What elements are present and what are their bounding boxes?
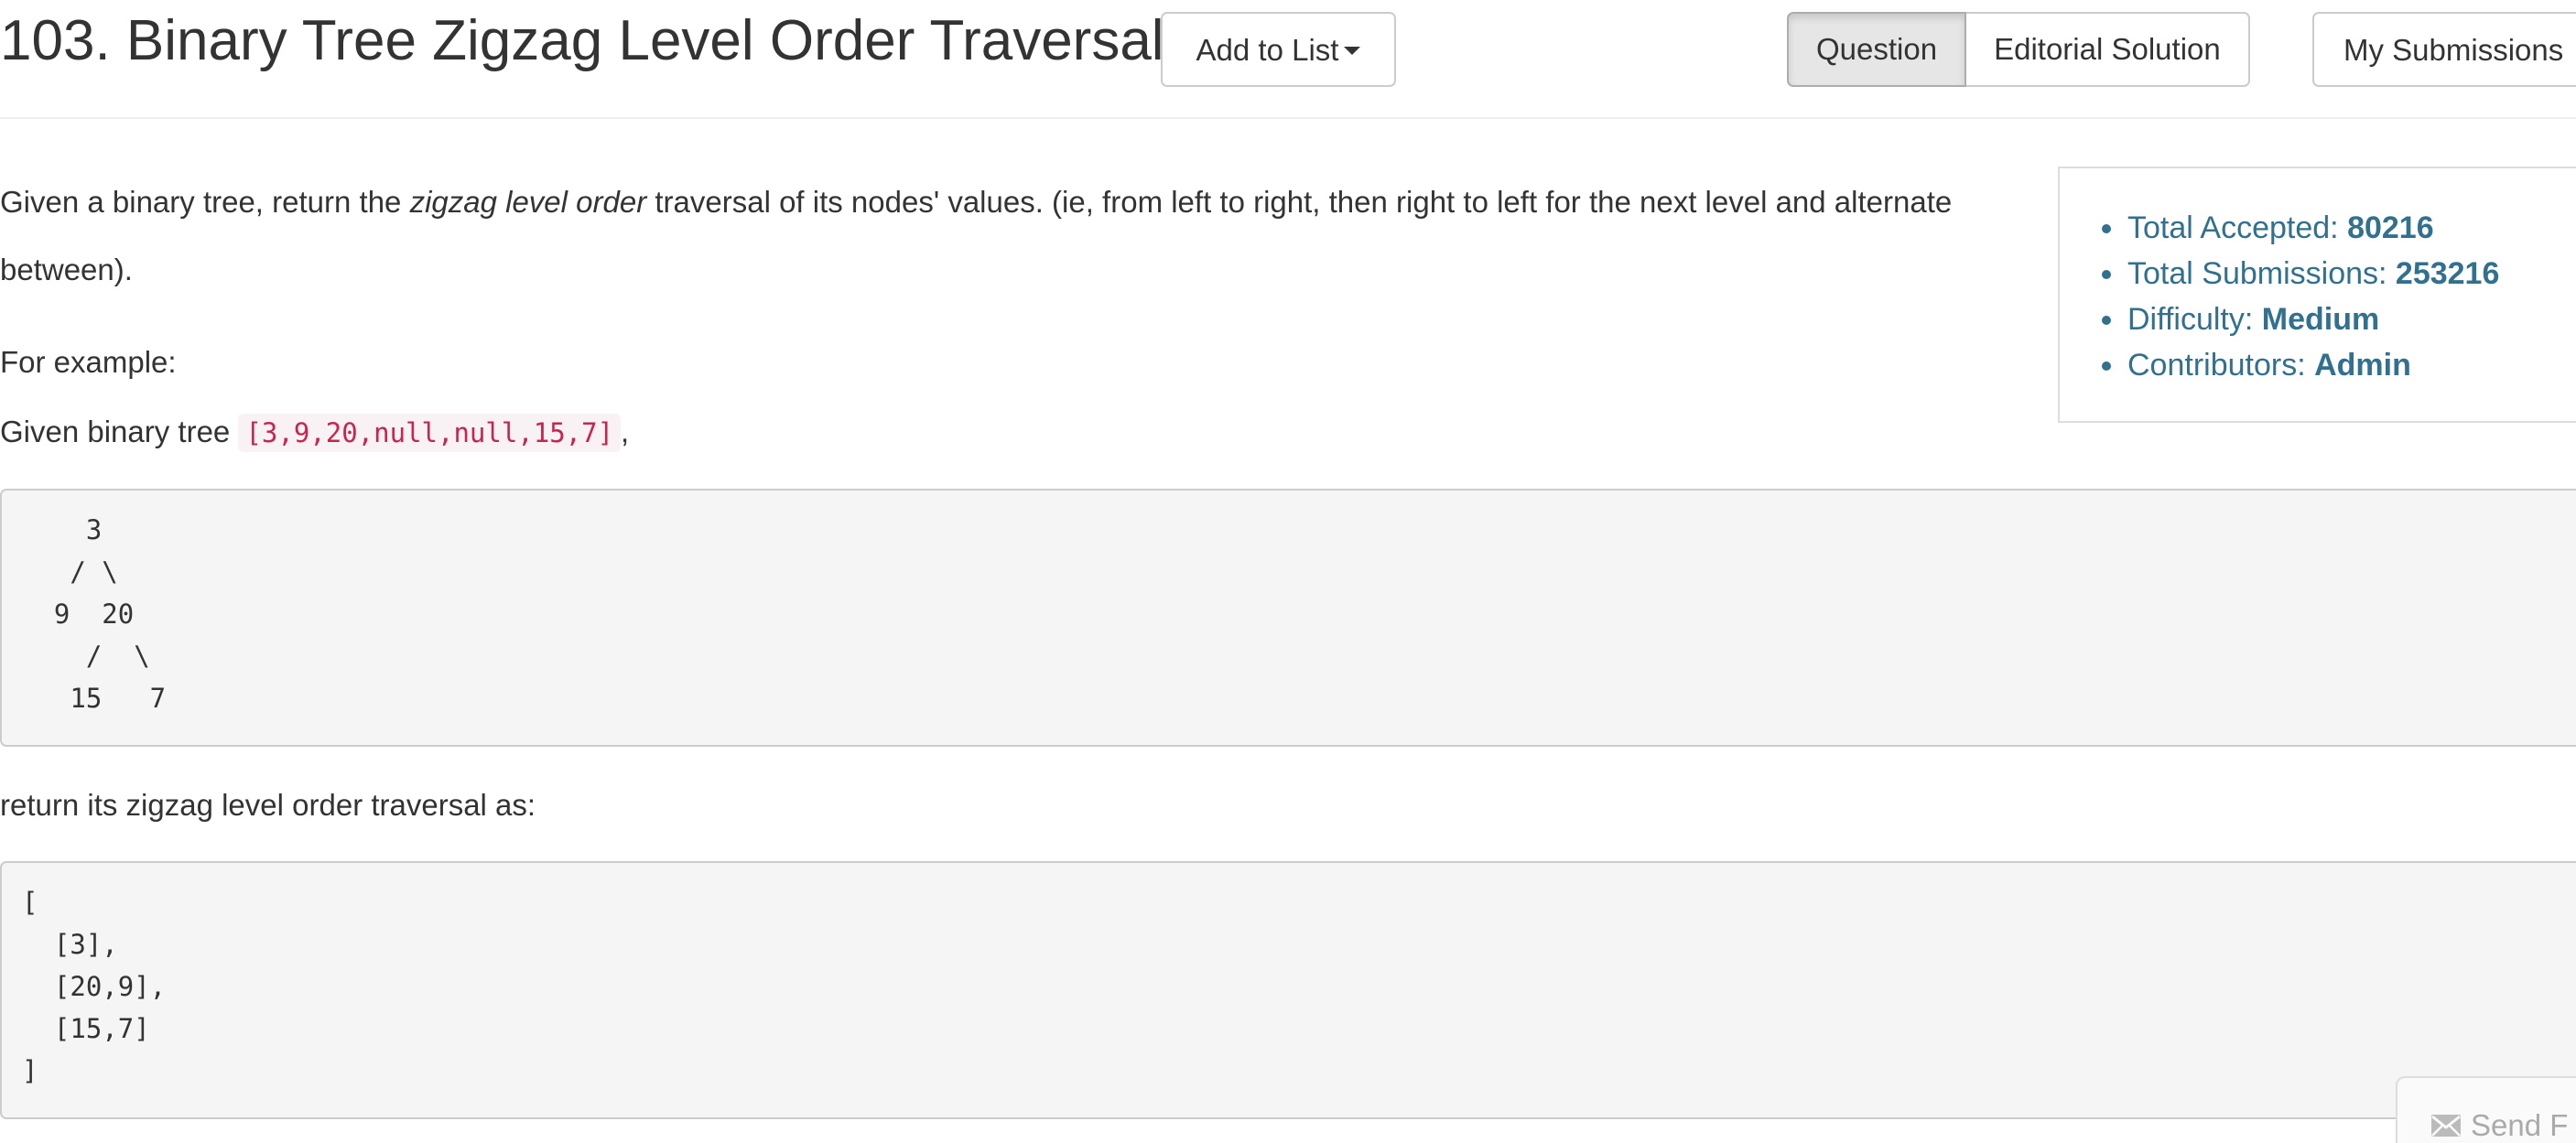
problem-description: Given a binary tree, return the zigzag l… <box>0 168 1959 304</box>
tab-editorial-solution[interactable]: Editorial Solution <box>1966 12 2250 87</box>
tab-question[interactable]: Question <box>1787 12 1967 87</box>
tree-code-block: 3 / \ 9 20 / \ 15 7 <box>0 489 2576 747</box>
add-to-list-button[interactable]: Add to List <box>1161 12 1396 87</box>
return-text: return its zigzag level order traversal … <box>0 788 536 822</box>
header-divider <box>0 117 2576 119</box>
envelope-icon <box>2431 1115 2461 1137</box>
stat-value: 253216 <box>2395 256 2500 291</box>
stat-difficulty: Difficulty: Medium <box>2101 297 2499 342</box>
page-title: 103. Binary Tree Zigzag Level Order Trav… <box>0 9 1164 72</box>
stat-label: Total Accepted: <box>2127 210 2339 245</box>
given-suffix: , <box>621 415 630 448</box>
stat-label: Total Submissions: <box>2127 256 2387 291</box>
caret-down-icon <box>1344 46 1361 55</box>
description-emphasis: zigzag level order <box>409 185 647 219</box>
stat-label: Difficulty: <box>2127 302 2254 337</box>
stats-panel: Total Accepted: 80216 Total Submissions:… <box>2058 167 2576 423</box>
stat-total-submissions: Total Submissions: 253216 <box>2101 251 2500 297</box>
problem-page: 103. Binary Tree Zigzag Level Order Trav… <box>0 0 2576 1143</box>
stat-value: Admin <box>2314 348 2411 383</box>
given-tree-text: Given binary tree [3,9,20,null,null,15,7… <box>0 412 629 453</box>
stat-value: 80216 <box>2347 210 2434 245</box>
given-prefix: Given binary tree <box>0 415 239 448</box>
question-tabs: Question Editorial Solution <box>1787 12 2250 87</box>
send-feedback-tab[interactable]: Send F <box>2396 1076 2576 1143</box>
for-example-text: For example: <box>0 345 177 379</box>
stat-contributors: Contributors: Admin <box>2101 342 2499 388</box>
stat-value: Medium <box>2261 302 2380 337</box>
given-tree-code: [3,9,20,null,null,15,7] <box>238 414 622 452</box>
add-to-list-label: Add to List <box>1196 33 1339 67</box>
stat-total-accepted: Total Accepted: 80216 <box>2101 205 2499 251</box>
send-feedback-label: Send F <box>2471 1108 2569 1142</box>
result-code-block: [ [3], [20,9], [15,7] ] <box>0 861 2576 1119</box>
stats-list: Total Accepted: 80216 Total Submissions:… <box>2101 205 2500 388</box>
my-submissions-button[interactable]: My Submissions <box>2312 12 2576 87</box>
description-text-start: Given a binary tree, return the <box>0 185 410 219</box>
stat-label: Contributors: <box>2127 348 2306 383</box>
